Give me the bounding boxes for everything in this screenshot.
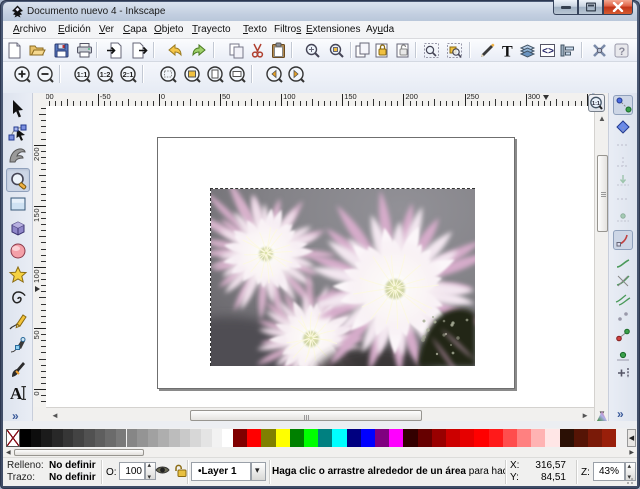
svg-text:2:1: 2:1 [123,70,134,79]
svg-text:T: T [502,44,513,60]
svg-text:A: A [10,384,23,403]
svg-text:1:1: 1:1 [77,70,88,79]
svg-text:1:2: 1:2 [100,70,111,79]
svg-text:1:1: 1:1 [592,101,600,107]
svg-text:?: ? [619,46,626,58]
svg-text:<>: <> [542,47,554,58]
